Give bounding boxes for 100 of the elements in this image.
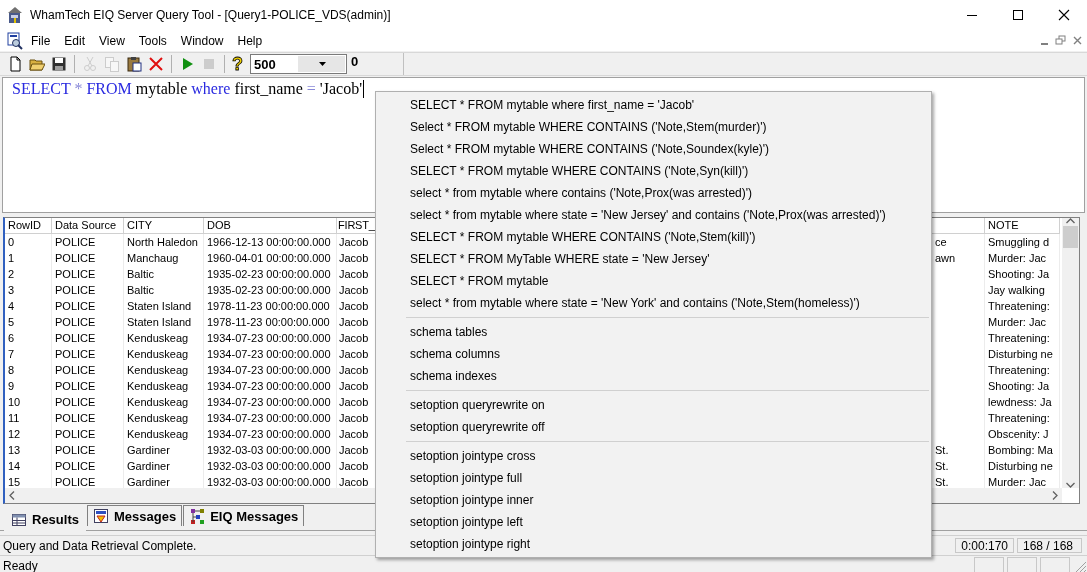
result-tab[interactable]: Messages <box>86 505 183 526</box>
scroll-down-icon[interactable] <box>1066 482 1075 488</box>
status-panel: 0:00:170 <box>955 538 1014 553</box>
table-cell: Smuggling d <box>985 234 1060 250</box>
menu-item[interactable]: Window <box>173 31 231 50</box>
table-cell: Kenduskeag <box>124 330 204 346</box>
menu-item[interactable]: SELECT * FROM mytable <box>376 270 931 292</box>
table-cell: 1934-07-23 00:00:00.000 <box>204 362 337 378</box>
app-icon <box>6 6 24 24</box>
menu-item[interactable]: select * from mytable where contains ('Note,Prox(was arrested)') <box>376 182 931 204</box>
table-cell: Threatening: <box>985 298 1060 314</box>
scroll-up-icon[interactable] <box>1066 218 1075 224</box>
column-header[interactable]: CITY <box>124 218 204 234</box>
row-limit-dropdown[interactable]: 500 <box>250 54 347 74</box>
menu-item[interactable]: setoption jointype inner <box>376 489 931 511</box>
table-cell: POLICE <box>52 234 124 250</box>
table-cell: 4 <box>5 298 52 314</box>
restore-icon[interactable] <box>1053 33 1069 48</box>
table-cell: Manchaug <box>124 250 204 266</box>
menu-item[interactable]: Select * FROM mytable WHERE CONTAINS ('Note,Stem(murder)') <box>376 116 931 138</box>
dropdown-arrow-icon <box>319 61 327 67</box>
table-cell: Shooting: Ja <box>985 378 1060 394</box>
menu-item[interactable]: SELECT * FROM mytable WHERE CONTAINS ('Note,Stem(kill)') <box>376 226 931 248</box>
clipboard-icon <box>126 56 142 72</box>
table-cell: 14 <box>5 458 52 474</box>
table-cell: Murder: Jac <box>985 250 1060 266</box>
table-cell: 1960-04-01 00:00:00.000 <box>204 250 337 266</box>
table-cell: 2 <box>5 266 52 282</box>
table-cell: POLICE <box>52 410 124 426</box>
table-cell: Kenduskeag <box>124 346 204 362</box>
scrollbar-thumb[interactable] <box>1063 226 1078 248</box>
message-icon <box>92 508 109 524</box>
menu-item[interactable]: select * from mytable where state = 'New York' and contains ('Note,Stem(homeless)') <box>376 292 931 314</box>
table-cell: POLICE <box>52 378 124 394</box>
page-icon <box>7 56 23 72</box>
table-cell: POLICE <box>52 298 124 314</box>
table-cell: lewdness: Ja <box>985 394 1060 410</box>
table-cell: Threatening: <box>985 362 1060 378</box>
menu-item[interactable]: SELECT * FROM mytable WHERE CONTAINS ('Note,Syn(kill)') <box>376 160 931 182</box>
column-header[interactable]: Data Source <box>52 218 124 234</box>
table-icon <box>11 511 27 528</box>
table-cell: Baltic <box>124 282 204 298</box>
menu-item[interactable]: setoption queryrewrite off <box>376 416 931 438</box>
result-tab[interactable]: EIQ Messages <box>183 505 305 526</box>
table-cell: Gardiner <box>124 458 204 474</box>
table-cell: POLICE <box>52 250 124 266</box>
menu-item[interactable]: select * from mytable where state = 'New Jersey' and contains ('Note,Prox(was arrested)') <box>376 204 931 226</box>
menu-item[interactable]: setoption jointype left <box>376 511 931 533</box>
status-message: Query and Data Retrieval Complete. <box>3 538 197 553</box>
menu-item[interactable]: schema tables <box>376 321 931 343</box>
menu-item[interactable]: setoption queryrewrite on <box>376 394 931 416</box>
scroll-right-icon[interactable] <box>1052 491 1058 500</box>
status-panel: 168 / 168 <box>1017 538 1082 553</box>
table-cell: 1932-03-03 00:00:00.000 <box>204 458 337 474</box>
table-cell: Murder: Jac <box>985 314 1060 330</box>
menu-item[interactable]: Select * FROM mytable WHERE CONTAINS ('Note,Soundex(kyle)') <box>376 138 931 160</box>
vertical-scrollbar[interactable] <box>1062 218 1079 488</box>
table-cell: POLICE <box>52 426 124 442</box>
table-cell: 5 <box>5 314 52 330</box>
table-cell: Disturbing ne <box>985 458 1060 474</box>
menu-item[interactable]: Tools <box>131 31 174 50</box>
table-cell: 1935-02-23 00:00:00.000 <box>204 282 337 298</box>
table-cell: Disturbing ne <box>985 346 1060 362</box>
window-title: WhamTech EIQ Server Query Tool - [Query1-POLICE_VDS(admin)] <box>30 8 392 22</box>
stop-icon <box>201 56 217 72</box>
copy-icon <box>104 56 120 72</box>
scroll-left-icon[interactable] <box>9 491 15 500</box>
table-cell: Bombing: Ma <box>985 442 1060 458</box>
menu-item[interactable]: Edit <box>57 31 93 50</box>
menu-item[interactable]: SELECT * FROM mytable where first_name = 'Jacob' <box>376 94 931 116</box>
table-cell: 11 <box>5 410 52 426</box>
menu-item[interactable]: File <box>24 31 58 50</box>
menu-item[interactable]: View <box>92 31 132 50</box>
table-cell: 1 <box>5 250 52 266</box>
query-text[interactable]: SELECT * FROM mytable where first_name = 'Jacob' <box>12 80 365 98</box>
table-cell: POLICE <box>52 346 124 362</box>
menu-item[interactable]: SELECT * FROM MyTable WHERE state = 'New Jersey' <box>376 248 931 270</box>
table-cell: 1932-03-03 00:00:00.000 <box>204 442 337 458</box>
menu-item[interactable]: schema columns <box>376 343 931 365</box>
table-cell: POLICE <box>52 266 124 282</box>
tree-icon <box>189 508 206 524</box>
column-header[interactable] <box>932 218 985 234</box>
column-header[interactable]: FIRST_ <box>337 218 377 234</box>
table-cell: 1934-07-23 00:00:00.000 <box>204 378 337 394</box>
table-cell: Staten Island <box>124 298 204 314</box>
column-header[interactable]: RowID <box>5 218 52 234</box>
column-header[interactable]: DOB <box>204 218 337 234</box>
menu-item[interactable]: schema indexes <box>376 365 931 387</box>
table-cell: 12 <box>5 426 52 442</box>
menu-item[interactable]: setoption jointype full <box>376 467 931 489</box>
table-cell: 13 <box>5 442 52 458</box>
menu-item[interactable]: setoption jointype right <box>376 533 931 555</box>
menu-item[interactable]: setoption jointype cross <box>376 445 931 467</box>
table-cell: 1934-07-23 00:00:00.000 <box>204 410 337 426</box>
menu-item[interactable]: Help <box>230 31 270 50</box>
table-cell: Kenduskeag <box>124 410 204 426</box>
table-cell: POLICE <box>52 362 124 378</box>
row-count: 0 <box>351 54 359 69</box>
table-cell: POLICE <box>52 330 124 346</box>
column-header[interactable]: NOTE <box>985 218 1060 234</box>
